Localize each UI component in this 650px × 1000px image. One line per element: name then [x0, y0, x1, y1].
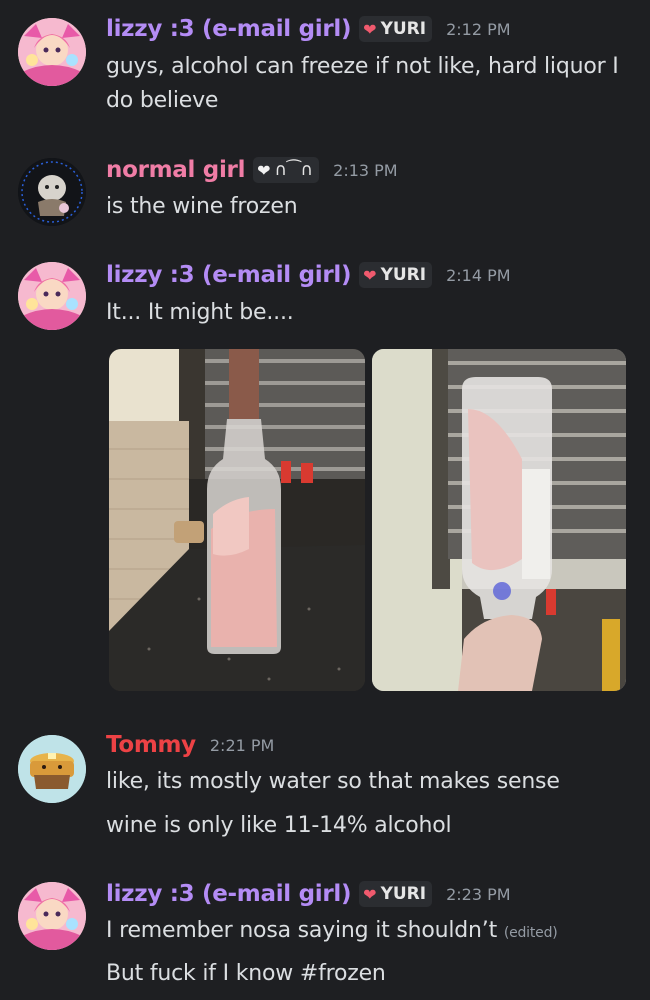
message-text: is the wine frozen [106, 194, 298, 219]
role-tag[interactable]: ❤ YURI [359, 881, 433, 907]
role-tag-label: ∩⁀∩ [274, 160, 314, 180]
message-text: It... It might be.... [106, 300, 294, 325]
photo-frozen-wine-bottle-upside-down[interactable] [372, 349, 626, 691]
message-header: lizzy :3 (e-mail girl) ❤ YURI 2:12 PM [106, 16, 511, 42]
heart-icon: ❤ [363, 19, 377, 39]
role-tag[interactable]: ❤ YURI [359, 262, 433, 288]
tommy-avatar[interactable] [18, 735, 86, 803]
author-name[interactable]: normal girl [106, 157, 245, 183]
lizzy-avatar[interactable] [18, 18, 86, 86]
role-tag[interactable]: ❤ YURI [359, 16, 433, 42]
photo-frozen-wine-bottle-upright[interactable] [109, 349, 365, 691]
timestamp: 2:12 PM [446, 19, 511, 39]
author-name[interactable]: lizzy :3 (e-mail girl) [106, 881, 351, 907]
normal-girl-avatar[interactable] [18, 158, 86, 226]
message-text: do believe [106, 88, 219, 113]
heart-icon: ❤ [363, 265, 377, 285]
lizzy-avatar[interactable] [18, 882, 86, 950]
author-name[interactable]: lizzy :3 (e-mail girl) [106, 262, 351, 288]
message-header: lizzy :3 (e-mail girl) ❤ YURI 2:23 PM [106, 881, 511, 907]
message-text: I remember nosa saying it shouldn’t [106, 918, 498, 943]
timestamp: 2:21 PM [209, 735, 275, 755]
heart-icon: ❤ [363, 884, 377, 904]
heart-icon: ❤ [257, 160, 271, 180]
timestamp: 2:13 PM [333, 160, 398, 180]
message-text: But fuck if I know #frozen [106, 961, 386, 986]
message-text: like, its mostly water so that makes sen… [106, 769, 560, 794]
timestamp: 2:14 PM [446, 265, 511, 285]
role-tag-label: YURI [380, 19, 427, 39]
timestamp: 2:23 PM [446, 884, 511, 904]
author-name[interactable]: lizzy :3 (e-mail girl) [106, 16, 351, 42]
edited-label: (edited) [503, 925, 558, 941]
role-tag-label: YURI [380, 884, 427, 904]
message-text: wine is only like 11-14% alcohol [106, 813, 452, 838]
lizzy-avatar[interactable] [18, 262, 86, 330]
message-header: normal girl ❤ ∩⁀∩ 2:13 PM [106, 157, 398, 183]
message-text-line: I remember nosa saying it shouldn’t (edi… [106, 914, 636, 950]
message-text: guys, alcohol can freeze if not like, ha… [106, 54, 619, 79]
message-header: Tommy 2:21 PM [106, 732, 274, 758]
role-tag[interactable]: ❤ ∩⁀∩ [253, 157, 320, 183]
role-tag-label: YURI [380, 265, 427, 285]
author-name[interactable]: Tommy [106, 732, 196, 758]
message-header: lizzy :3 (e-mail girl) ❤ YURI 2:14 PM [106, 262, 511, 288]
